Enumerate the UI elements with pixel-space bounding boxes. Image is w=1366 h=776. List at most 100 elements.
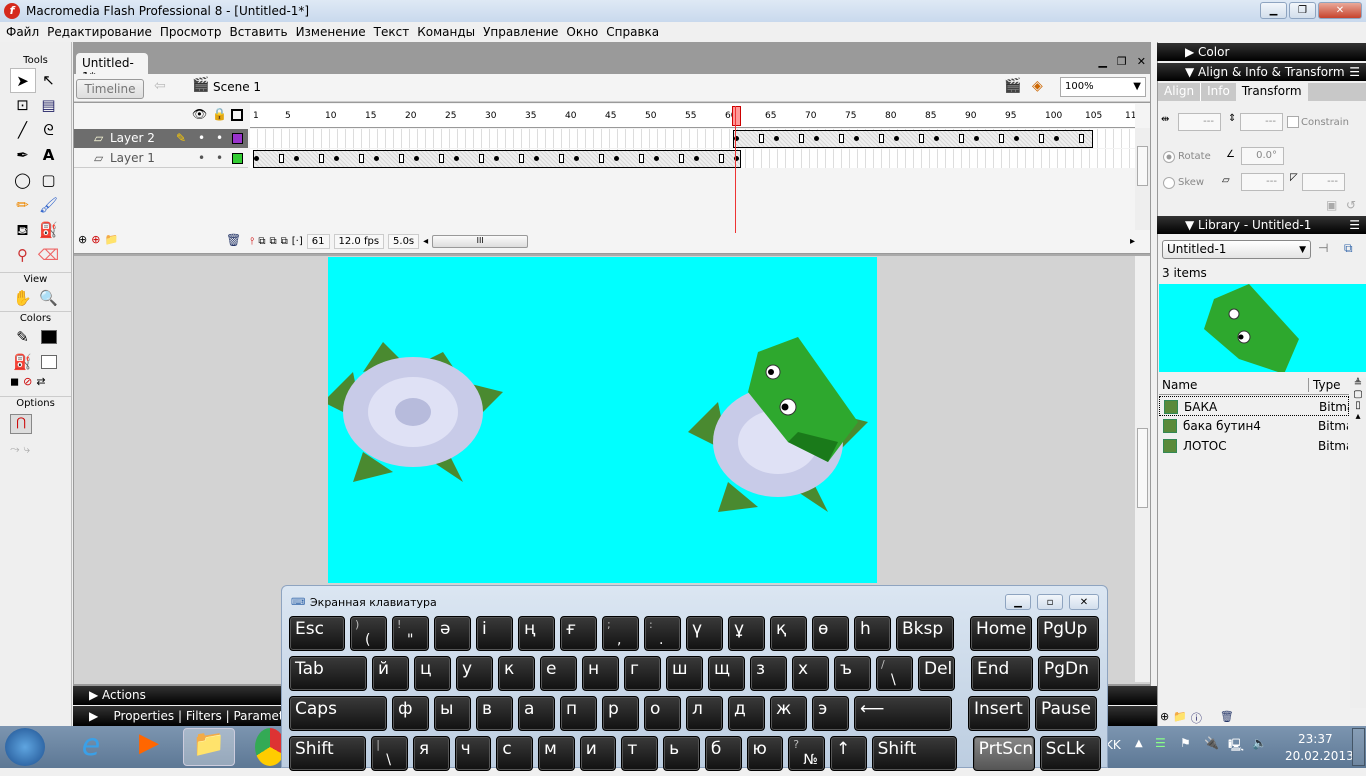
stage-vscroll[interactable]	[1135, 256, 1150, 682]
delete-icon[interactable]: 🗑	[1220, 710, 1234, 726]
lasso-tool-icon[interactable]: ᘓ	[36, 118, 62, 143]
reset-transform-icon[interactable]: ↺	[1346, 198, 1356, 212]
keyframe[interactable]	[254, 156, 259, 161]
key-е[interactable]: е	[540, 656, 577, 691]
keyframe[interactable]	[814, 136, 819, 141]
frame-grid[interactable]	[250, 129, 1135, 169]
onion-skin-icon[interactable]: ⧉	[258, 236, 265, 247]
keyframe[interactable]	[614, 156, 619, 161]
key-ғ[interactable]: ғ	[560, 616, 597, 651]
new-folder-icon[interactable]: 📁	[1173, 710, 1187, 726]
key-ч[interactable]: ч	[454, 736, 492, 771]
key-Pause[interactable]: Pause	[1035, 696, 1097, 731]
align-info-transform-header[interactable]: ▼ Align & Info & Transform ☰	[1157, 63, 1366, 81]
height-scale-field[interactable]: ---	[1240, 113, 1283, 131]
library-document-select[interactable]: Untitled-1 ▼	[1162, 240, 1311, 259]
key-⟵[interactable]: ⟵	[854, 696, 952, 731]
smooth-straighten-icons[interactable]: ⤳ ⤷	[10, 442, 61, 457]
keyframe[interactable]	[934, 136, 939, 141]
keyframe[interactable]	[454, 156, 459, 161]
key-Home[interactable]: Home	[970, 616, 1032, 651]
text-tool-icon[interactable]: A	[36, 143, 62, 168]
keyboard-close-button[interactable]: ✕	[1069, 594, 1099, 610]
start-button[interactable]	[5, 728, 45, 766]
key-Del[interactable]: Del	[918, 656, 955, 691]
key-PrtScn[interactable]: PrtScn	[972, 736, 1035, 771]
key-PgDn[interactable]: PgDn	[1038, 656, 1100, 691]
minimize-button[interactable]: ▁	[1260, 2, 1287, 19]
action-center-flag-icon[interactable]: ⚑	[1180, 736, 1191, 750]
key-а[interactable]: а	[518, 696, 555, 731]
layer-row[interactable]: ▱ Layer 1 • •	[74, 149, 248, 168]
center-frame-icon[interactable]: ⫯	[250, 236, 254, 247]
keyframe[interactable]	[894, 136, 899, 141]
new-library-panel-icon[interactable]: ⧉	[1344, 241, 1353, 256]
key-\[interactable]: | \	[371, 736, 408, 771]
key-ө[interactable]: ө	[812, 616, 849, 651]
rotate-radio[interactable]	[1163, 151, 1175, 163]
lock-dot[interactable]: •	[216, 149, 223, 168]
end-frame[interactable]	[759, 134, 764, 143]
end-frame[interactable]	[1039, 134, 1044, 143]
edit-multiple-frames-icon[interactable]: ⧉	[281, 236, 288, 247]
zoom-select[interactable]: 100% ▼	[1060, 77, 1146, 97]
scroll-right-icon[interactable]: ▸	[1130, 236, 1135, 247]
end-frame[interactable]	[719, 154, 724, 163]
keyframe[interactable]	[1054, 136, 1059, 141]
key-Caps[interactable]: Caps	[289, 696, 387, 731]
keyframe[interactable]	[1014, 136, 1019, 141]
pencil-tool-icon[interactable]: ✏	[10, 193, 36, 218]
end-frame[interactable]	[519, 154, 524, 163]
key-в[interactable]: в	[476, 696, 513, 731]
eyedropper-tool-icon[interactable]: ⚲	[10, 243, 36, 268]
delete-layer-icon[interactable]: 🗑	[226, 233, 241, 247]
timeline-scroll-thumb[interactable]: III	[432, 234, 529, 248]
key-ж[interactable]: ж	[770, 696, 807, 731]
end-frame[interactable]	[919, 134, 924, 143]
hand-tool-icon[interactable]: ✋	[10, 286, 36, 311]
menu-window[interactable]: Окно	[564, 25, 604, 39]
ink-bottle-tool-icon[interactable]: ⛾	[10, 218, 36, 243]
menu-insert[interactable]: Вставить	[227, 25, 293, 39]
end-frame[interactable]	[439, 154, 444, 163]
line-tool-icon[interactable]: ╱	[10, 118, 36, 143]
key-қ[interactable]: қ	[770, 616, 807, 651]
subselect-tool-icon[interactable]: ↖	[36, 68, 62, 93]
onion-outlines-icon[interactable]: ⧉	[270, 236, 277, 247]
frame-row[interactable]	[250, 149, 1135, 168]
key-№[interactable]: ? №	[788, 736, 825, 771]
visibility-dot[interactable]: •	[198, 149, 205, 168]
keyboard-maximize-button[interactable]: ▫	[1037, 594, 1063, 610]
key-д[interactable]: д	[728, 696, 765, 731]
key-Shift[interactable]: Shift	[289, 736, 367, 771]
rectangle-tool-icon[interactable]: ▢	[36, 168, 62, 193]
key-Bksp[interactable]: Bksp	[896, 616, 954, 651]
key-End[interactable]: End	[971, 656, 1033, 691]
explorer-icon[interactable]: 📁	[183, 728, 235, 766]
doc-close-icon[interactable]: ✕	[1137, 55, 1146, 68]
layer-name[interactable]: Layer 1	[110, 151, 155, 165]
keyframe[interactable]	[774, 136, 779, 141]
key-ң[interactable]: ң	[518, 616, 555, 651]
insert-layer-icon[interactable]: ⊕	[78, 233, 87, 246]
swap-colors-icon[interactable]: ⇄	[36, 375, 45, 388]
skew-radio[interactable]	[1163, 177, 1175, 189]
library-item[interactable]: ЛОТОС Bitmap	[1159, 436, 1349, 456]
end-frame[interactable]	[279, 154, 284, 163]
key-я[interactable]: я	[412, 736, 450, 771]
key-,[interactable]: ;,	[602, 616, 639, 651]
lock-icon[interactable]: 🔒	[212, 107, 227, 121]
end-frame[interactable]	[839, 134, 844, 143]
key-Shift[interactable]: Shift	[871, 736, 957, 771]
timeline-toggle-button[interactable]: Timeline	[76, 79, 144, 99]
layer-name[interactable]: Layer 2	[110, 131, 155, 145]
menu-commands[interactable]: Команды	[415, 25, 481, 39]
playhead-handle[interactable]	[732, 106, 741, 126]
new-symbol-icon[interactable]: ⊕	[1160, 710, 1169, 726]
power-icon[interactable]: 🔌	[1204, 736, 1219, 750]
key-ъ[interactable]: ъ	[834, 656, 871, 691]
keyframe[interactable]	[694, 156, 699, 161]
key-л[interactable]: л	[686, 696, 723, 731]
keyframe[interactable]	[854, 136, 859, 141]
keyframe[interactable]	[294, 156, 299, 161]
